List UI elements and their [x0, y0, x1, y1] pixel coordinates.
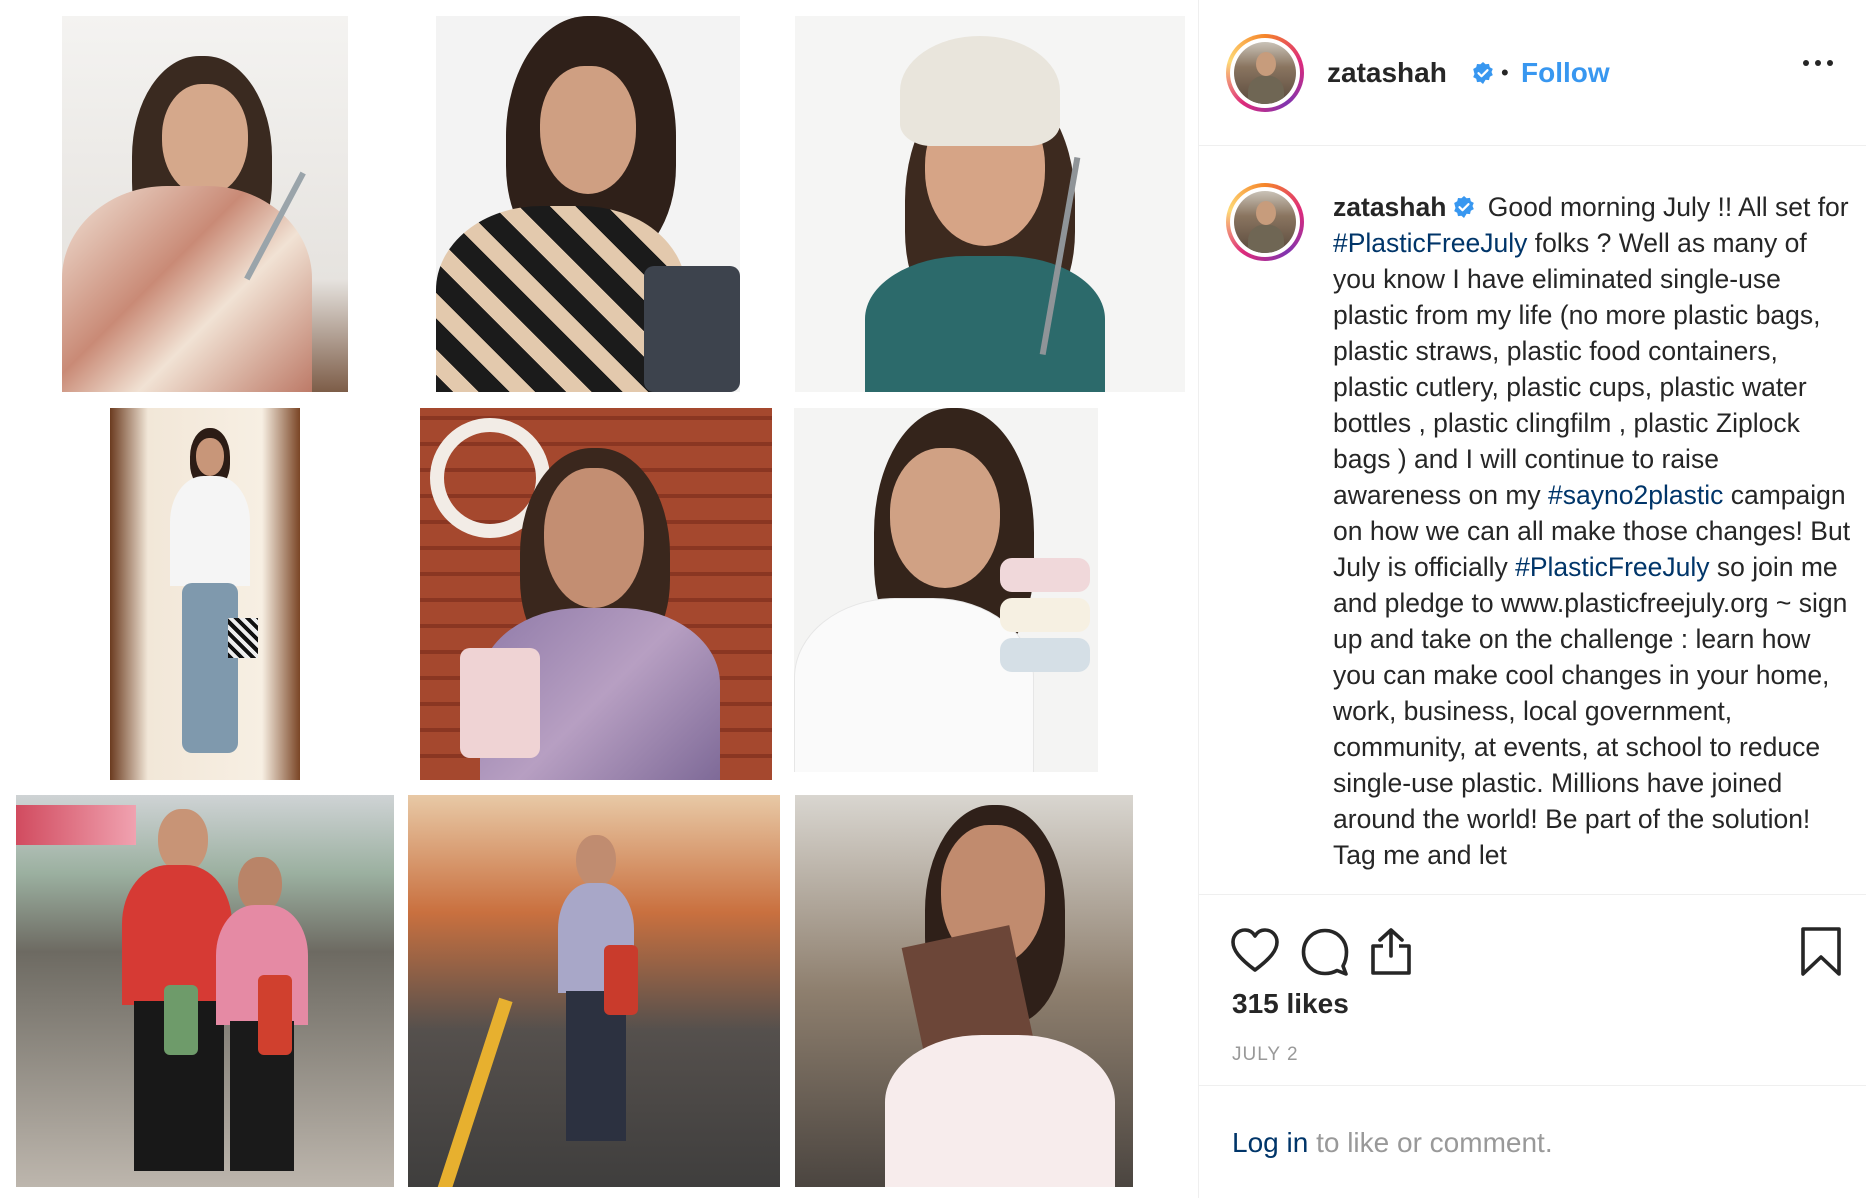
collage-photo-street-tiffin	[408, 795, 780, 1187]
caption-text-part: folks ? Well as many of you know I have …	[1333, 228, 1821, 510]
post-header: zatashah • Follow	[1199, 0, 1866, 146]
follow-button[interactable]: Follow	[1521, 57, 1610, 89]
collage-photo-market-couple	[16, 795, 394, 1187]
hashtag-link[interactable]: #PlasticFreeJuly	[1333, 228, 1527, 258]
collage-photo-cap-straw	[795, 16, 1185, 392]
collage-photo-hallway	[110, 408, 300, 780]
login-prompt: Log in to like or comment.	[1232, 1127, 1553, 1159]
bookmark-icon[interactable]	[1795, 926, 1847, 978]
hashtag-link[interactable]: #PlasticFreeJuly	[1515, 552, 1709, 582]
post-side-panel: zatashah • Follow zatashah Good morning …	[1198, 0, 1866, 1198]
header-separator-dot: •	[1501, 60, 1509, 85]
comment-bubble-icon[interactable]	[1299, 926, 1351, 978]
caption-text: zatashah Good morning July !! All set fo…	[1333, 189, 1853, 873]
likes-count[interactable]: 315 likes	[1232, 988, 1349, 1020]
collage-photo-brick-wall	[420, 408, 772, 780]
caption-avatar[interactable]	[1226, 183, 1304, 261]
hashtag-link[interactable]: #sayno2plastic	[1548, 480, 1723, 510]
caption-text-part: Good morning July !! All set for	[1480, 192, 1849, 222]
caption-text-part: so join me and pledge to www.plasticfree…	[1333, 552, 1848, 870]
verified-badge-icon	[1473, 62, 1493, 84]
post-image-collage[interactable]	[0, 0, 1198, 1198]
ellipsis-icon[interactable]	[1803, 58, 1833, 68]
collage-photo-tiffin-white-shirt	[794, 408, 1098, 772]
login-prompt-text: to like or comment.	[1308, 1127, 1553, 1158]
login-link[interactable]: Log in	[1232, 1127, 1308, 1158]
caption-username[interactable]: zatashah	[1333, 192, 1446, 222]
avatar[interactable]	[1226, 34, 1304, 112]
verified-badge-icon	[1454, 196, 1475, 218]
heart-icon[interactable]	[1229, 926, 1281, 978]
share-icon[interactable]	[1365, 926, 1417, 978]
post-actions: 315 likes JULY 2	[1199, 896, 1866, 1086]
collage-photo-black-floral-cup	[436, 16, 740, 392]
collage-photo-chopsticks	[795, 795, 1133, 1187]
post-date[interactable]: JULY 2	[1232, 1044, 1299, 1066]
header-username[interactable]: zatashah	[1327, 57, 1447, 89]
caption-scroll-area[interactable]: zatashah Good morning July !! All set fo…	[1199, 147, 1866, 895]
collage-photo-floral-straw	[62, 16, 348, 392]
